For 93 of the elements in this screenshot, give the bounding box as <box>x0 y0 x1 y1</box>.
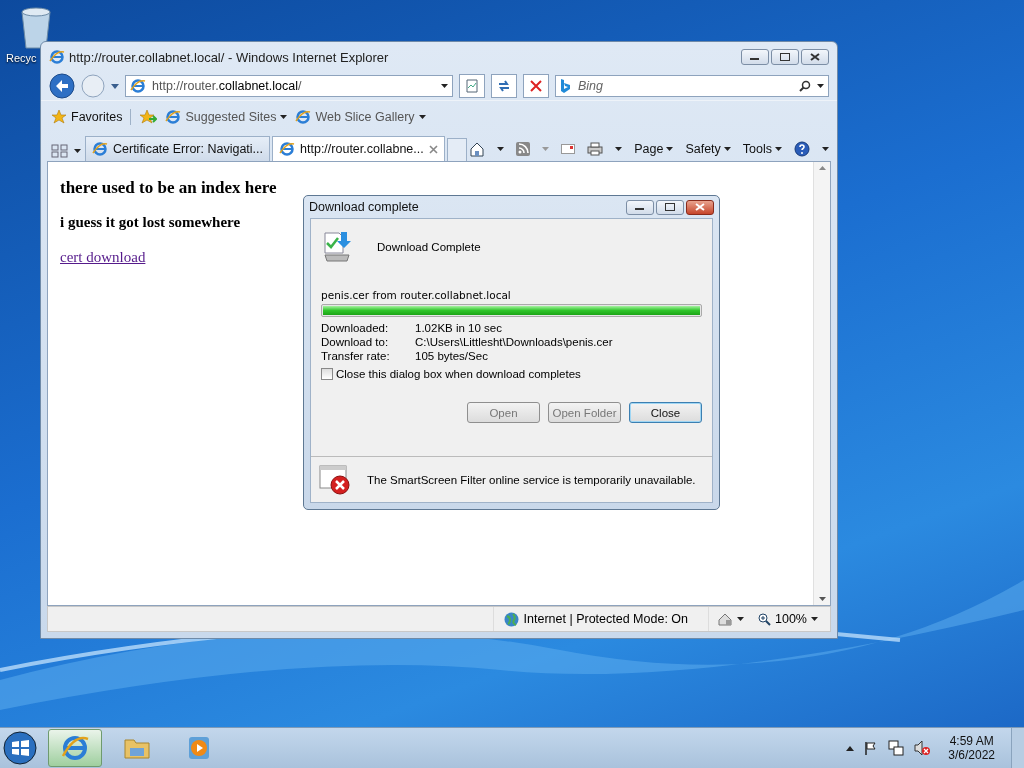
download-complete-icon <box>321 231 353 263</box>
page-subheading: i guess it got lost somewhere <box>60 214 242 231</box>
favorites-link[interactable]: Suggested Sites <box>165 109 288 125</box>
browser-icon <box>61 734 89 762</box>
dialog-button[interactable]: Open Folder <box>548 402 621 423</box>
download-link[interactable]: cert download <box>60 249 146 265</box>
mail-icon[interactable] <box>561 144 576 154</box>
maximize-icon <box>780 53 790 61</box>
address-field[interactable]: http://router.collabnet.local/ <box>125 75 453 97</box>
scroll-down-icon <box>818 597 826 601</box>
dialog-button[interactable]: Close <box>629 402 702 423</box>
close-button[interactable] <box>801 49 829 65</box>
caret-icon[interactable] <box>811 617 818 621</box>
window-title: http://router.collabnet.local/ - Windows Internet Explorer <box>69 49 390 65</box>
detail-value: 1.02KB in 10 sec <box>415 322 503 334</box>
scrollbar[interactable] <box>813 162 830 605</box>
flag-icon[interactable] <box>864 741 879 755</box>
scroll-up-icon <box>818 166 826 170</box>
caret-icon <box>418 115 426 119</box>
caret-icon <box>280 115 288 119</box>
maximize-icon <box>665 203 675 211</box>
start-button[interactable] <box>3 731 37 765</box>
caret-icon[interactable] <box>822 147 829 151</box>
command-menu[interactable]: Safety <box>685 142 731 156</box>
search-icon[interactable] <box>799 80 811 92</box>
page-icon <box>295 109 312 125</box>
close-tab-icon[interactable] <box>428 144 438 154</box>
smartscreen-message: The SmartScreen Filter online service is temporarily unavailable. <box>367 473 696 486</box>
zoom-icon[interactable] <box>758 612 771 626</box>
checkbox-label[interactable]: Close this dialog box when download completes <box>336 368 581 380</box>
close-button[interactable] <box>686 199 714 215</box>
detail-label: Downloaded: <box>321 322 390 334</box>
dialog-button[interactable]: Open <box>467 402 540 423</box>
close-icon <box>810 53 820 61</box>
help-icon[interactable] <box>794 141 810 157</box>
caret-icon[interactable] <box>497 147 505 151</box>
stop-icon <box>530 80 542 92</box>
dialog-title: Download complete <box>309 200 420 214</box>
maximize-button[interactable] <box>656 199 684 215</box>
network-icon[interactable] <box>888 740 905 756</box>
desktop-icon-label[interactable]: Recyc <box>6 52 37 64</box>
page-icon <box>279 141 296 157</box>
page-icon <box>130 78 146 94</box>
caret-icon <box>723 147 731 151</box>
minimize-button[interactable] <box>741 49 769 65</box>
browser-tab[interactable]: http://router.collabne... <box>272 136 445 161</box>
zoom-level-text[interactable]: 100% <box>775 612 807 626</box>
browser-tab[interactable]: Certificate Error: Navigati... <box>85 136 271 161</box>
command-menu[interactable]: Tools <box>742 142 782 156</box>
dialog-heading: Download Complete <box>377 241 481 253</box>
caret-icon[interactable] <box>817 84 824 88</box>
minimize-button[interactable] <box>626 199 654 215</box>
globe-icon <box>503 611 519 627</box>
page-icon <box>92 141 108 157</box>
close-icon <box>695 203 705 211</box>
caret-icon <box>666 147 674 151</box>
torn-page-icon <box>465 79 479 93</box>
browser-logo-icon <box>49 49 65 65</box>
stop-button[interactable] <box>523 74 549 98</box>
file-name-text: penis.cer from router.collabnet.local <box>321 289 512 301</box>
star-icon <box>51 109 67 125</box>
speaker-muted-icon[interactable] <box>914 740 931 756</box>
security-zone-text: Internet | Protected Mode: On <box>523 612 688 626</box>
caret-icon[interactable] <box>737 617 744 621</box>
command-menu[interactable]: Page <box>634 142 674 156</box>
checkbox[interactable] <box>321 368 333 380</box>
favorites-button[interactable]: Favorites <box>71 110 123 124</box>
search-input[interactable]: Bing <box>576 78 793 94</box>
refresh-icon <box>497 79 511 93</box>
caret-icon[interactable] <box>441 84 448 88</box>
detail-value: C:\Users\Littlesht\Downloads\penis.cer <box>415 336 614 348</box>
bing-logo-icon <box>560 79 570 93</box>
caret-icon <box>775 147 782 151</box>
show-hidden-icons-icon[interactable] <box>846 745 855 751</box>
back-button[interactable] <box>49 73 75 99</box>
error-shield-icon <box>319 464 351 495</box>
clock-date[interactable]: 3/6/2022 <box>948 748 995 762</box>
caret-icon[interactable] <box>615 147 623 151</box>
feeds-icon[interactable] <box>516 142 531 156</box>
search-field[interactable]: Bing <box>555 75 829 97</box>
detail-value: 105 bytes/Sec <box>415 350 489 362</box>
printer-icon[interactable] <box>587 142 604 156</box>
page-icon <box>165 109 182 125</box>
detail-label: Transfer rate: <box>321 350 391 362</box>
detail-label: Download to: <box>321 336 390 348</box>
clock-time[interactable]: 4:59 AM <box>949 734 994 748</box>
page-heading: there used to be an index here <box>60 178 278 198</box>
compatibility-button[interactable] <box>459 74 485 98</box>
favorites-link[interactable]: Web Slice Gallery <box>295 109 426 125</box>
refresh-button[interactable] <box>491 74 517 98</box>
home-icon[interactable] <box>469 141 486 157</box>
maximize-button[interactable] <box>771 49 799 65</box>
taskbar-button[interactable] <box>48 729 102 767</box>
